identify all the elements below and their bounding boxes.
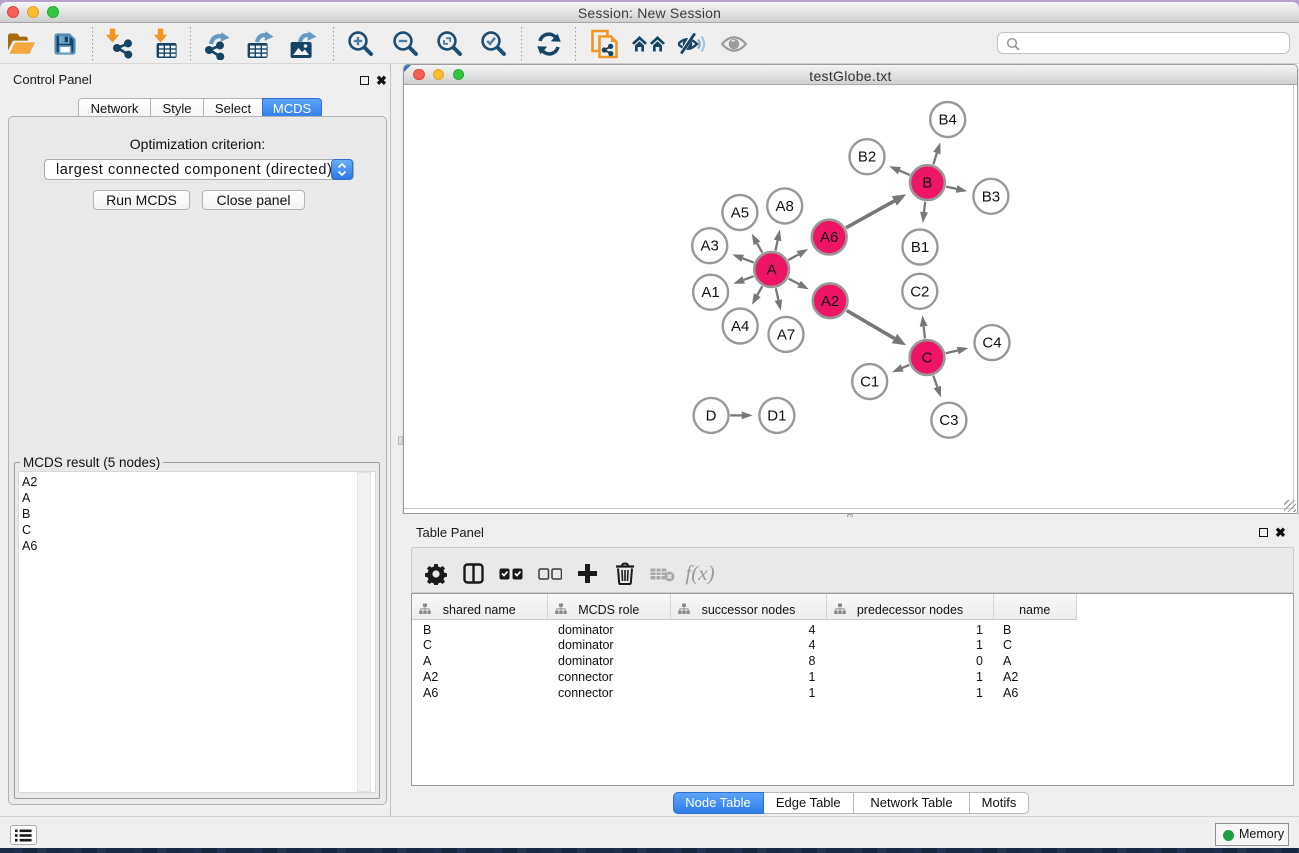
svg-text:C4: C4 xyxy=(982,335,1001,352)
svg-text:A5: A5 xyxy=(731,205,749,222)
svg-text:A1: A1 xyxy=(701,284,719,301)
svg-text:A: A xyxy=(767,262,777,279)
svg-text:A6: A6 xyxy=(820,229,838,246)
svg-text:C1: C1 xyxy=(860,374,879,391)
svg-text:B4: B4 xyxy=(939,112,957,129)
svg-text:D: D xyxy=(706,407,717,424)
svg-text:B: B xyxy=(922,175,932,192)
svg-text:B1: B1 xyxy=(911,239,929,256)
svg-text:A2: A2 xyxy=(821,293,839,310)
svg-text:B2: B2 xyxy=(858,149,876,166)
svg-text:C3: C3 xyxy=(939,412,958,429)
svg-text:A8: A8 xyxy=(776,198,794,215)
svg-text:C: C xyxy=(922,350,933,367)
svg-text:D1: D1 xyxy=(767,407,786,424)
svg-text:B3: B3 xyxy=(982,188,1000,205)
svg-text:A3: A3 xyxy=(701,238,719,255)
svg-text:A4: A4 xyxy=(731,318,749,335)
svg-text:A7: A7 xyxy=(777,326,795,343)
svg-text:C2: C2 xyxy=(910,283,929,300)
